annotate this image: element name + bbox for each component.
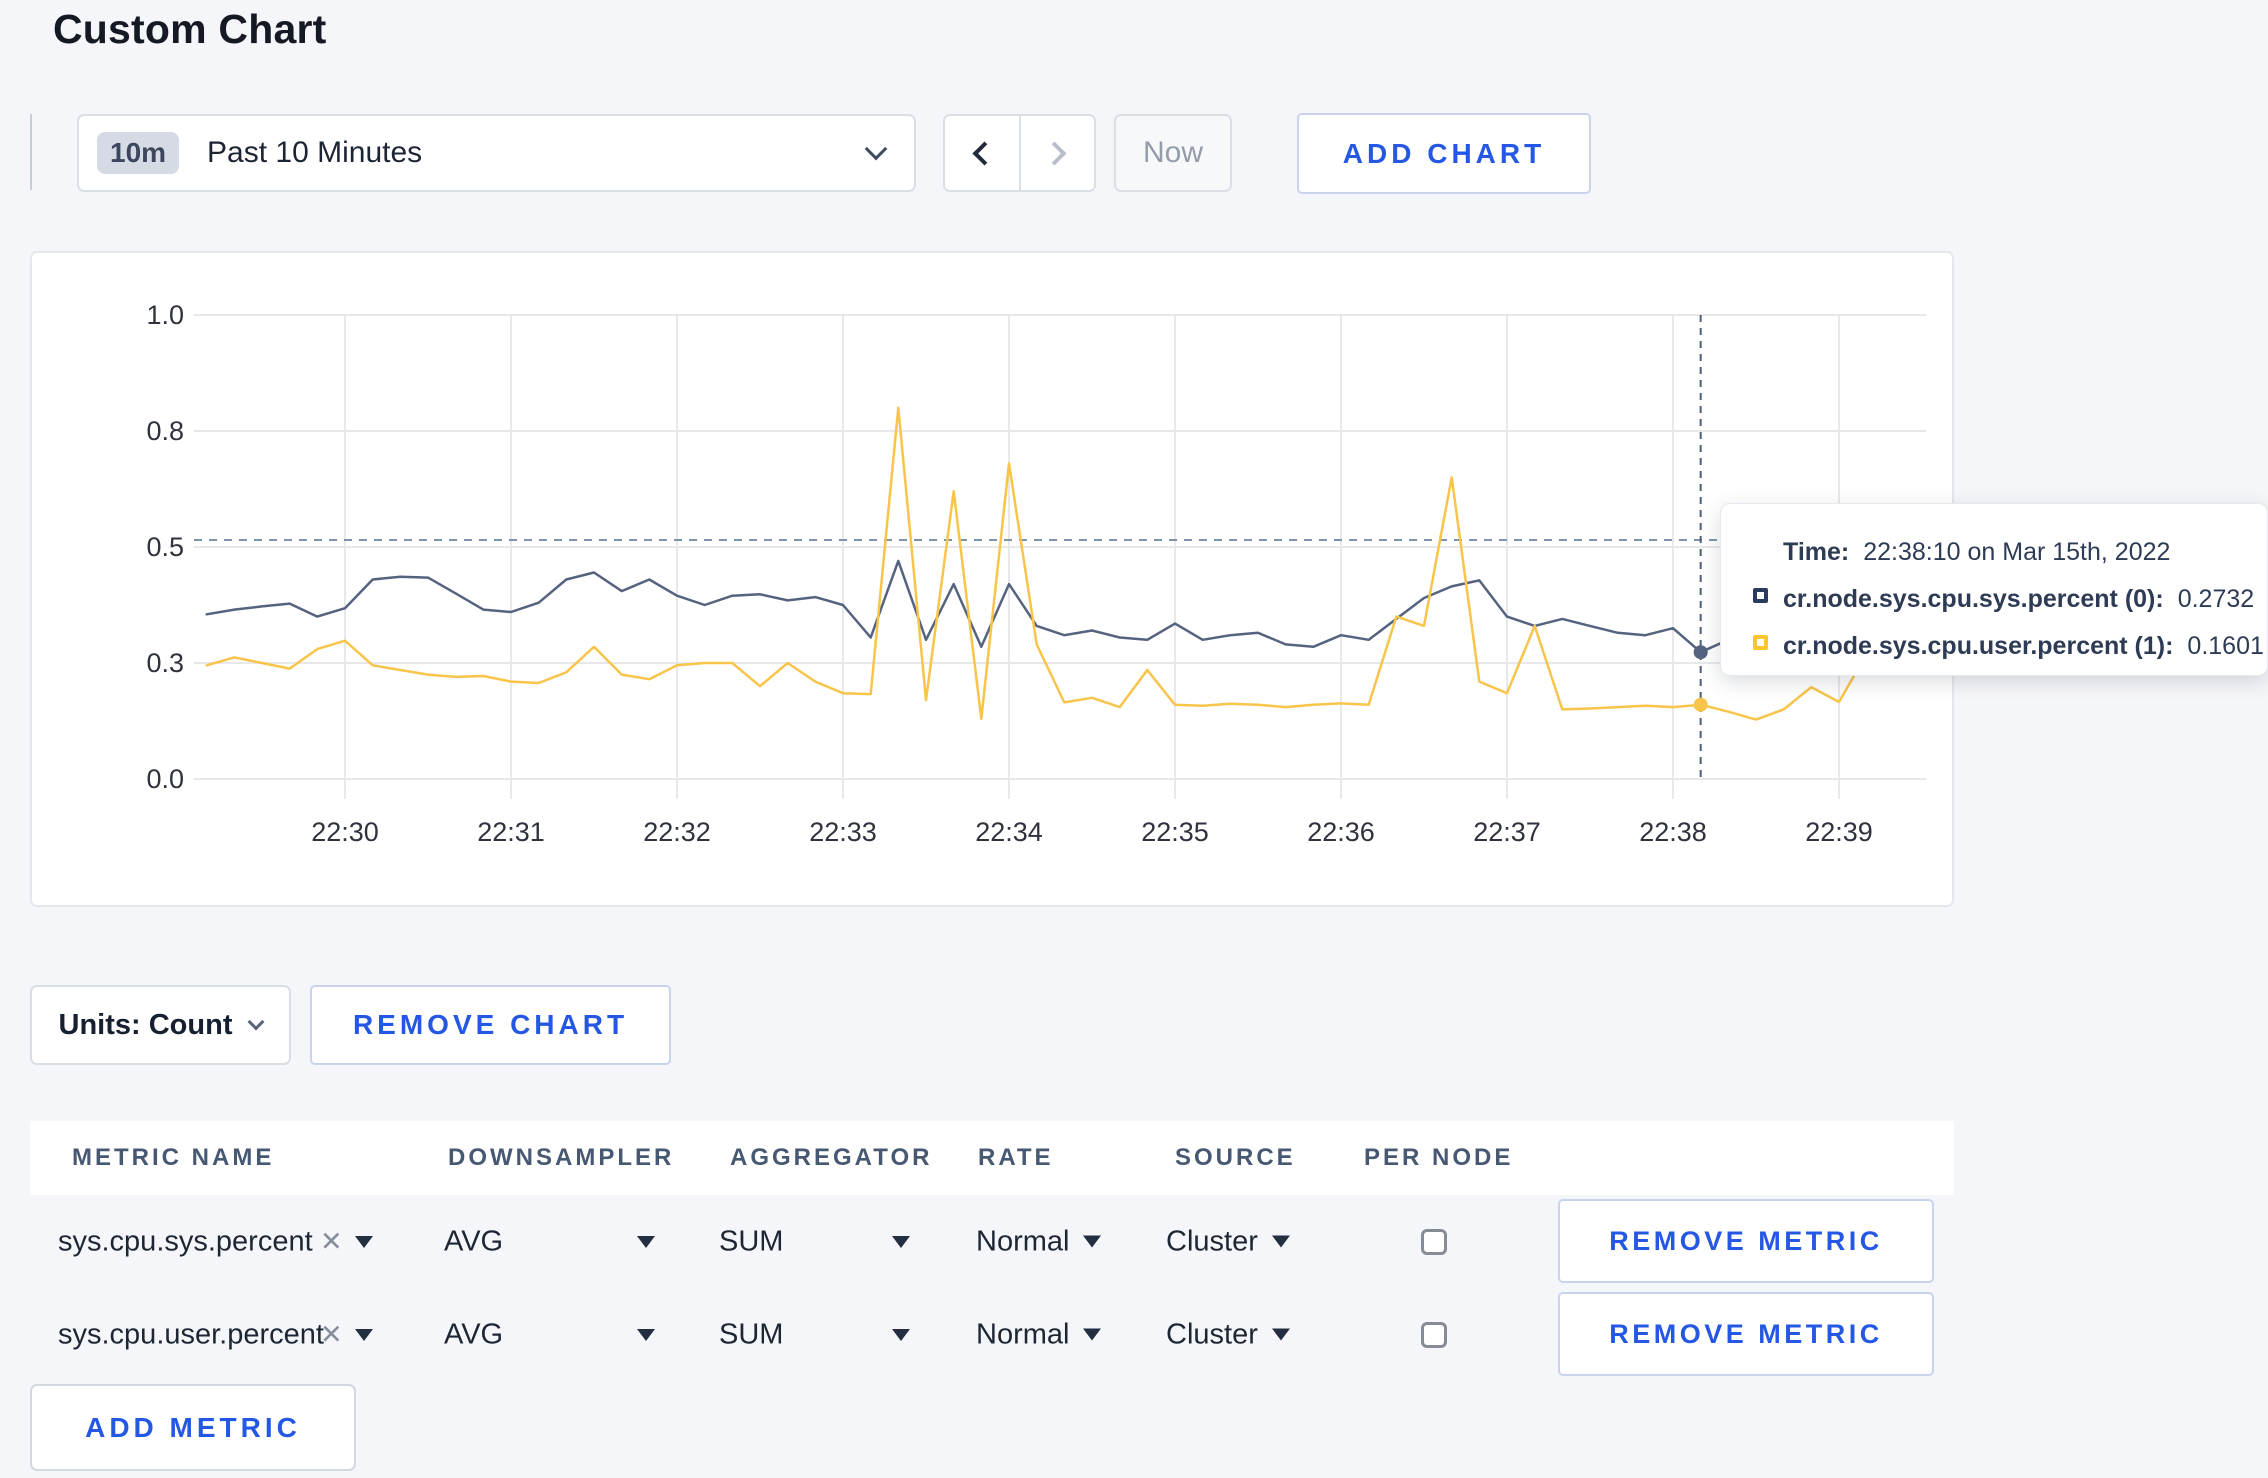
col-header-metric-name: METRIC NAME [72, 1144, 275, 1171]
tooltip-time-value: 22:38:10 on Mar 15th, 2022 [1863, 538, 2171, 566]
tooltip-series-row: cr.node.sys.cpu.sys.percent (0): 0.2732 [1753, 576, 2254, 623]
col-header-rate: RATE [978, 1144, 1054, 1171]
clear-metric-icon[interactable]: ✕ [320, 1226, 343, 1257]
per-node-checkbox[interactable] [1421, 1321, 1447, 1348]
caret-down-icon [892, 1235, 910, 1248]
add-metric-button[interactable]: ADD METRIC [30, 1384, 356, 1471]
caret-down-icon [892, 1328, 910, 1341]
caret-down-icon [637, 1328, 655, 1341]
caret-down-icon [1083, 1235, 1102, 1248]
rate-select[interactable]: Normal [976, 1225, 1102, 1258]
tooltip-series-name: cr.node.sys.cpu.sys.percent (0): [1783, 585, 2164, 613]
aggregator-caret[interactable] [892, 1328, 910, 1341]
tooltip-series-name: cr.node.sys.cpu.user.percent (1): [1783, 632, 2174, 660]
svg-text:22:38: 22:38 [1639, 817, 1707, 847]
metric-name-value: sys.cpu.sys.percent [58, 1225, 313, 1257]
svg-text:0.3: 0.3 [146, 648, 184, 678]
svg-text:22:34: 22:34 [975, 817, 1043, 847]
svg-text:0.5: 0.5 [146, 532, 184, 562]
rate-value: Normal [976, 1318, 1070, 1350]
metric-name-value: sys.cpu.user.percent [58, 1318, 324, 1350]
arrow-left-icon [972, 140, 997, 166]
clear-metric-icon[interactable]: ✕ [320, 1319, 343, 1350]
col-header-per-node: PER NODE [1364, 1144, 1514, 1171]
time-next-button[interactable] [1018, 116, 1094, 190]
tooltip-series-value: 0.1601 [2187, 632, 2264, 660]
metric-name-select[interactable]: sys.cpu.sys.percent ✕ [58, 1225, 343, 1258]
per-node-checkbox[interactable] [1421, 1228, 1447, 1255]
time-range-label: Past 10 Minutes [207, 136, 423, 169]
metric-caret[interactable] [355, 1235, 373, 1248]
chart-card: 0.0 0.3 0.5 0.8 1.0 22:30 22:31 22:32 22:33 22:34… [30, 251, 1954, 907]
tooltip-series-row: cr.node.sys.cpu.user.percent (1): 0.1601 [1753, 623, 2264, 670]
aggregator-select[interactable]: SUM [719, 1225, 783, 1258]
col-header-aggregator: AGGREGATOR [730, 1144, 933, 1171]
arrow-right-icon [1042, 140, 1067, 166]
svg-text:22:30: 22:30 [311, 817, 379, 847]
svg-text:22:32: 22:32 [643, 817, 711, 847]
caret-down-icon [1083, 1328, 1102, 1341]
time-window-nav [943, 114, 1096, 192]
chevron-down-icon [247, 1013, 265, 1031]
caret-down-icon [1271, 1235, 1290, 1248]
metric-caret[interactable] [355, 1328, 373, 1341]
downsampler-caret[interactable] [637, 1328, 655, 1341]
aggregator-caret[interactable] [892, 1235, 910, 1248]
timeseries-chart[interactable]: 0.0 0.3 0.5 0.8 1.0 22:30 22:31 22:32 22:33 22:34… [32, 253, 1952, 905]
tooltip-time-row: Time: 22:38:10 on Mar 15th, 2022 [1783, 529, 2247, 576]
svg-text:22:35: 22:35 [1141, 817, 1209, 847]
source-value: Cluster [1166, 1318, 1258, 1350]
source-value: Cluster [1166, 1225, 1258, 1257]
rate-value: Normal [976, 1225, 1070, 1257]
svg-text:22:37: 22:37 [1473, 817, 1541, 847]
remove-metric-button[interactable]: REMOVE METRIC [1558, 1292, 1934, 1376]
time-prev-button[interactable] [945, 116, 1019, 190]
svg-text:22:33: 22:33 [809, 817, 877, 847]
series-swatch-icon [1753, 635, 1768, 650]
metric-row: sys.cpu.sys.percent ✕ AVG SUM Normal Clu… [30, 1195, 1954, 1288]
svg-text:22:39: 22:39 [1805, 817, 1873, 847]
caret-down-icon [637, 1235, 655, 1248]
svg-text:22:36: 22:36 [1307, 817, 1375, 847]
tooltip-time-label: Time: [1783, 538, 1850, 566]
metrics-table-header: METRIC NAME DOWNSAMPLER AGGREGATOR RATE … [30, 1121, 1954, 1195]
metric-row: sys.cpu.user.percent ✕ AVG SUM Normal Cl… [30, 1288, 1954, 1381]
col-header-downsampler: DOWNSAMPLER [448, 1144, 675, 1171]
remove-metric-button[interactable]: REMOVE METRIC [1558, 1199, 1934, 1283]
chevron-down-icon [864, 137, 888, 161]
downsampler-select[interactable]: AVG [444, 1318, 503, 1351]
now-button[interactable]: Now [1114, 114, 1232, 192]
time-range-badge: 10m [97, 132, 180, 174]
aggregator-select[interactable]: SUM [719, 1318, 783, 1351]
metric-name-select[interactable]: sys.cpu.user.percent ✕ [58, 1318, 343, 1351]
toolbar-divider [30, 114, 32, 190]
source-select[interactable]: Cluster [1166, 1318, 1290, 1351]
units-label: Units: Count [58, 1008, 233, 1041]
svg-text:0.8: 0.8 [146, 416, 184, 446]
time-range-dropdown[interactable]: 10m Past 10 Minutes [77, 114, 916, 192]
rate-select[interactable]: Normal [976, 1318, 1102, 1351]
svg-text:1.0: 1.0 [146, 300, 184, 330]
chart-tooltip: Time: 22:38:10 on Mar 15th, 2022 cr.node… [1720, 503, 2268, 676]
caret-down-icon [355, 1328, 373, 1341]
svg-text:22:31: 22:31 [477, 817, 545, 847]
col-header-source: SOURCE [1175, 1144, 1296, 1171]
downsampler-select[interactable]: AVG [444, 1225, 503, 1258]
units-dropdown[interactable]: Units: Count [30, 985, 291, 1065]
caret-down-icon [355, 1235, 373, 1248]
remove-chart-button[interactable]: REMOVE CHART [310, 985, 671, 1065]
source-select[interactable]: Cluster [1166, 1225, 1290, 1258]
caret-down-icon [1271, 1328, 1290, 1341]
add-chart-button[interactable]: ADD CHART [1297, 113, 1591, 194]
svg-text:0.0: 0.0 [146, 764, 184, 794]
series-swatch-icon [1753, 588, 1768, 603]
tooltip-series-value: 0.2732 [2177, 585, 2255, 613]
page-title: Custom Chart [53, 6, 327, 52]
downsampler-caret[interactable] [637, 1235, 655, 1248]
